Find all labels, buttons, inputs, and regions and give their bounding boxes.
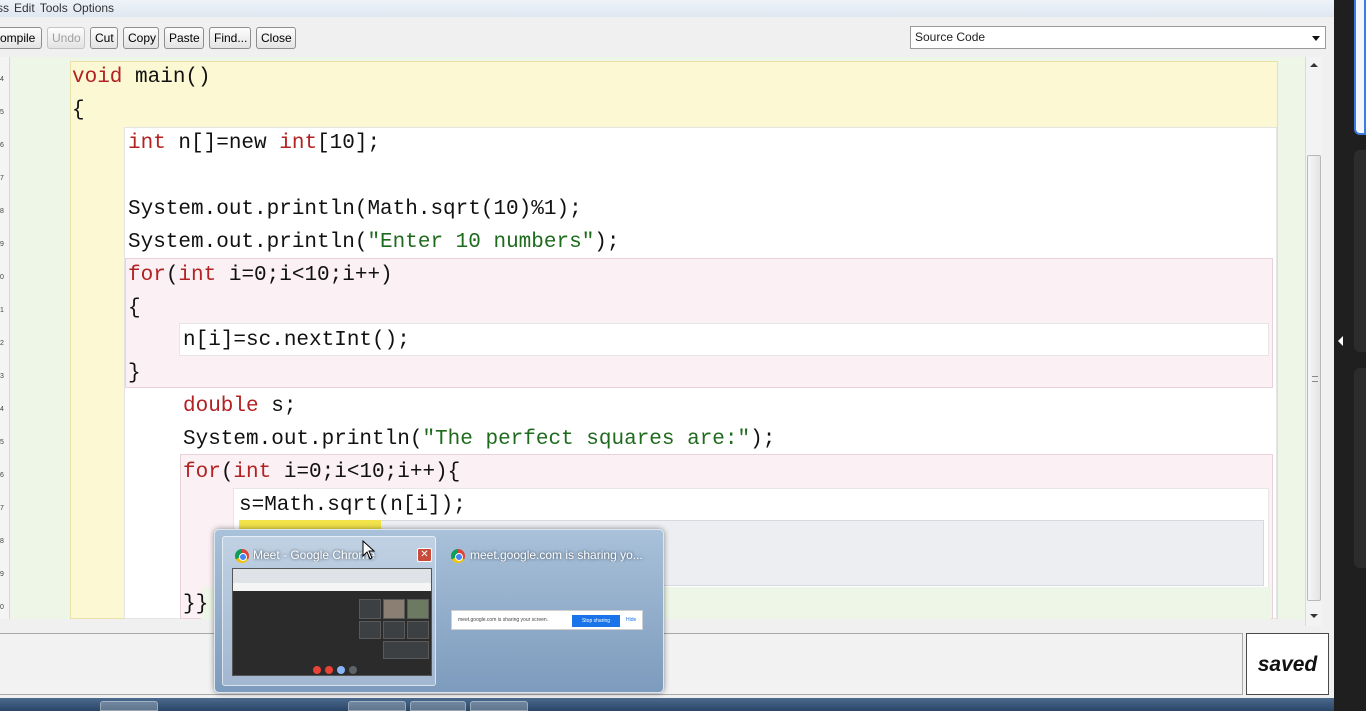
code-line: System.out.println("Enter 10 numbers");: [128, 231, 620, 254]
close-icon[interactable]: ✕: [417, 548, 432, 562]
line-number: 0: [0, 274, 4, 281]
stop-sharing-button[interactable]: Stop sharing: [572, 615, 620, 627]
preview-tile: [383, 599, 405, 619]
side-card[interactable]: [1354, 150, 1366, 352]
line-number: 7: [0, 175, 4, 182]
view-selector-value: Source Code: [915, 30, 986, 44]
line-number: 0: [0, 604, 4, 611]
thumbnail-title: meet.google.com is sharing yo...: [470, 548, 643, 562]
code-line: s=Math.sqrt(n[i]);: [239, 494, 466, 517]
mouse-cursor-icon: [362, 540, 376, 560]
preview-tile: [383, 641, 429, 659]
preview-addressbar: [233, 583, 431, 591]
scroll-up-icon[interactable]: [1310, 63, 1318, 67]
code-line: {: [72, 99, 85, 122]
preview-tile: [407, 599, 429, 619]
line-number: 8: [0, 208, 4, 215]
line-number: 5: [0, 439, 4, 446]
code-line: }: [128, 362, 141, 385]
view-selector[interactable]: Source Code: [910, 26, 1326, 49]
taskbar-button[interactable]: [470, 701, 528, 711]
preview-tile: [407, 621, 429, 639]
taskbar-button[interactable]: [348, 701, 406, 711]
cut-button[interactable]: Cut: [90, 27, 118, 49]
grip-icon: [1312, 376, 1318, 382]
scroll-down-icon[interactable]: [1310, 614, 1318, 618]
menu-tools[interactable]: Tools: [40, 0, 68, 16]
line-number: 4: [0, 76, 4, 83]
line-number: 7: [0, 505, 4, 512]
line-number-gutter: 4 5 6 7 8 9 0 1 2 3 4 5 6 7 8 9 0: [0, 57, 10, 619]
side-card[interactable]: [1354, 368, 1366, 568]
preview-tile: [359, 599, 381, 619]
taskbar-thumbnail-popup: Meet - Google Chrome ✕ meet.google.com i…: [214, 529, 664, 693]
code-line: double s;: [183, 395, 297, 418]
preview-dot: [313, 666, 321, 674]
bluej-editor-window: ss Edit Tools Options ompile Undo Cut Copy …: [0, 0, 1334, 698]
line-number: 6: [0, 142, 4, 149]
code-line: System.out.println(Math.sqrt(10)%1);: [128, 198, 582, 221]
line-number: 4: [0, 406, 4, 413]
sharing-text: meet.google.com is sharing your screen.: [458, 617, 549, 623]
code-line: void main(): [72, 66, 211, 89]
menu-class[interactable]: ss: [0, 0, 9, 16]
meet-window-preview[interactable]: [232, 568, 432, 676]
save-status-label: saved: [1246, 633, 1329, 695]
preview-tile: [359, 621, 381, 639]
chrome-icon: [451, 549, 465, 563]
chevron-down-icon: [1312, 36, 1320, 41]
menu-bar: ss Edit Tools Options: [0, 0, 1334, 17]
side-card[interactable]: [1354, 0, 1366, 135]
line-number: 2: [0, 340, 4, 347]
preview-dot: [337, 666, 345, 674]
close-button[interactable]: Close: [256, 27, 296, 49]
menu-options[interactable]: Options: [73, 0, 114, 16]
preview-dot: [349, 666, 357, 674]
thumbnail-title: Meet - Google Chrome: [253, 548, 376, 562]
line-number: 6: [0, 472, 4, 479]
preview-tile: [383, 621, 405, 639]
scrollbar-thumb[interactable]: [1307, 155, 1321, 601]
preview-tabbar: [233, 569, 431, 583]
copy-button[interactable]: Copy: [123, 27, 159, 49]
collapse-arrow-icon[interactable]: [1338, 336, 1343, 346]
code-line: n[i]=sc.nextInt();: [183, 329, 410, 352]
paste-button[interactable]: Paste: [164, 27, 204, 49]
taskbar-button[interactable]: [100, 701, 158, 711]
compile-button[interactable]: ompile: [0, 27, 42, 49]
chrome-icon: [235, 549, 249, 563]
find-button[interactable]: Find...: [209, 27, 251, 49]
line-number: 9: [0, 571, 4, 578]
line-number: 8: [0, 538, 4, 545]
code-line: System.out.println("The perfect squares …: [183, 428, 776, 451]
code-line: for(int i=0;i<10;i++): [128, 264, 393, 287]
taskbar: [0, 698, 1334, 711]
code-line: int n[]=new int[10];: [128, 132, 381, 155]
code-line: {: [128, 297, 141, 320]
line-number: 5: [0, 109, 4, 116]
vertical-scrollbar[interactable]: [1305, 57, 1322, 626]
side-panel: [1334, 0, 1366, 711]
code-line: for(int i=0;i<10;i++){: [183, 461, 461, 484]
undo-button[interactable]: Undo: [47, 27, 85, 49]
hide-link[interactable]: Hide: [626, 611, 636, 629]
sharing-bar-preview[interactable]: meet.google.com is sharing your screen. …: [451, 610, 643, 630]
code-line: }}: [183, 593, 209, 616]
taskbar-button[interactable]: [410, 701, 466, 711]
line-number: 9: [0, 241, 4, 248]
line-number: 3: [0, 373, 4, 380]
menu-edit[interactable]: Edit: [14, 0, 35, 16]
line-number: 1: [0, 307, 4, 314]
preview-dot: [325, 666, 333, 674]
